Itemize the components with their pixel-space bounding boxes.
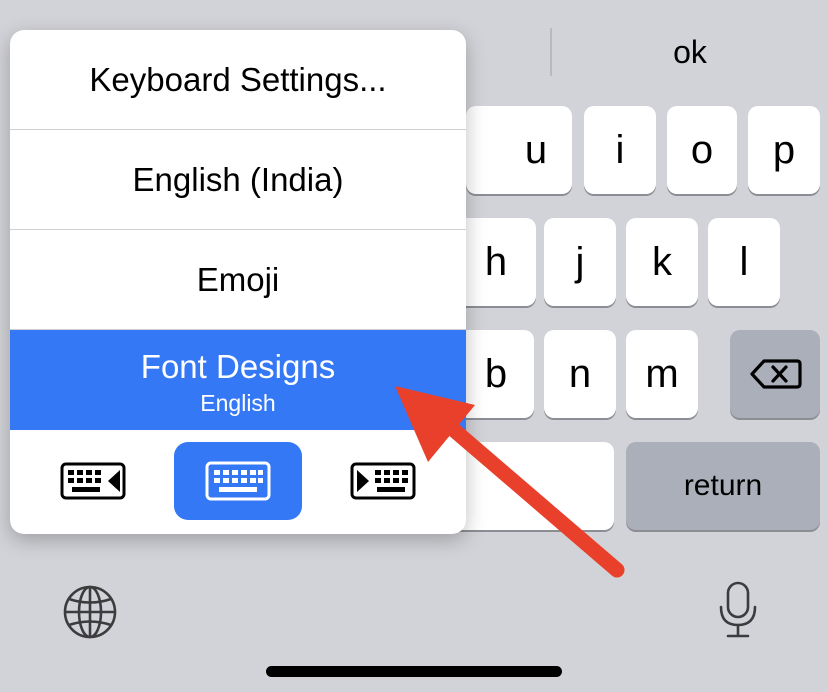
menu-item-label: Font Designs: [140, 348, 336, 385]
key-label: j: [575, 240, 585, 284]
keyboard-right-icon: [350, 462, 416, 500]
menu-item-font-designs[interactable]: Font Designs English: [10, 330, 466, 430]
key-label: m: [645, 352, 679, 396]
key-label: p: [772, 128, 796, 172]
key-o[interactable]: o: [667, 106, 737, 194]
key-label: n: [568, 352, 592, 396]
key-u[interactable]: u: [466, 106, 572, 194]
menu-item-sublabel: English: [200, 390, 276, 416]
menu-item-label: English (India): [132, 161, 344, 198]
key-j[interactable]: j: [544, 218, 616, 306]
keyboard-left-icon: [60, 462, 126, 500]
keyboard-full-button[interactable]: [174, 442, 302, 520]
key-label: k: [652, 240, 672, 284]
menu-item-english-india[interactable]: English (India): [10, 130, 466, 230]
key-i[interactable]: i: [584, 106, 656, 194]
return-key[interactable]: return: [626, 442, 820, 530]
key-label: i: [615, 128, 625, 172]
menu-item-emoji[interactable]: Emoji: [10, 230, 466, 330]
delete-key[interactable]: [730, 330, 820, 418]
return-label: return: [683, 469, 763, 502]
home-indicator[interactable]: [266, 666, 562, 677]
keyboard-switch-menu: Keyboard Settings... English (India) Emo…: [10, 30, 466, 534]
key-label: u: [524, 128, 548, 172]
key-label: o: [690, 128, 714, 172]
space-bar[interactable]: [440, 442, 614, 530]
key-label: l: [739, 240, 749, 284]
key-label: b: [484, 352, 508, 396]
key-label: h: [484, 240, 508, 284]
globe-icon[interactable]: [62, 584, 118, 640]
key-p[interactable]: p: [748, 106, 820, 194]
suggestion-ok[interactable]: ok: [552, 28, 828, 76]
microphone-icon[interactable]: [716, 580, 760, 640]
menu-item-keyboard-settings[interactable]: Keyboard Settings...: [10, 30, 466, 130]
delete-icon: [750, 359, 802, 389]
keyboard-left-button[interactable]: [28, 442, 156, 520]
keyboard-right-button[interactable]: [320, 442, 448, 520]
menu-item-label: Emoji: [196, 261, 280, 298]
key-k[interactable]: k: [626, 218, 698, 306]
menu-item-label: Keyboard Settings...: [89, 61, 387, 98]
key-m[interactable]: m: [626, 330, 698, 418]
keyboard-full-icon: [205, 461, 271, 501]
key-l[interactable]: l: [708, 218, 780, 306]
key-n[interactable]: n: [544, 330, 616, 418]
